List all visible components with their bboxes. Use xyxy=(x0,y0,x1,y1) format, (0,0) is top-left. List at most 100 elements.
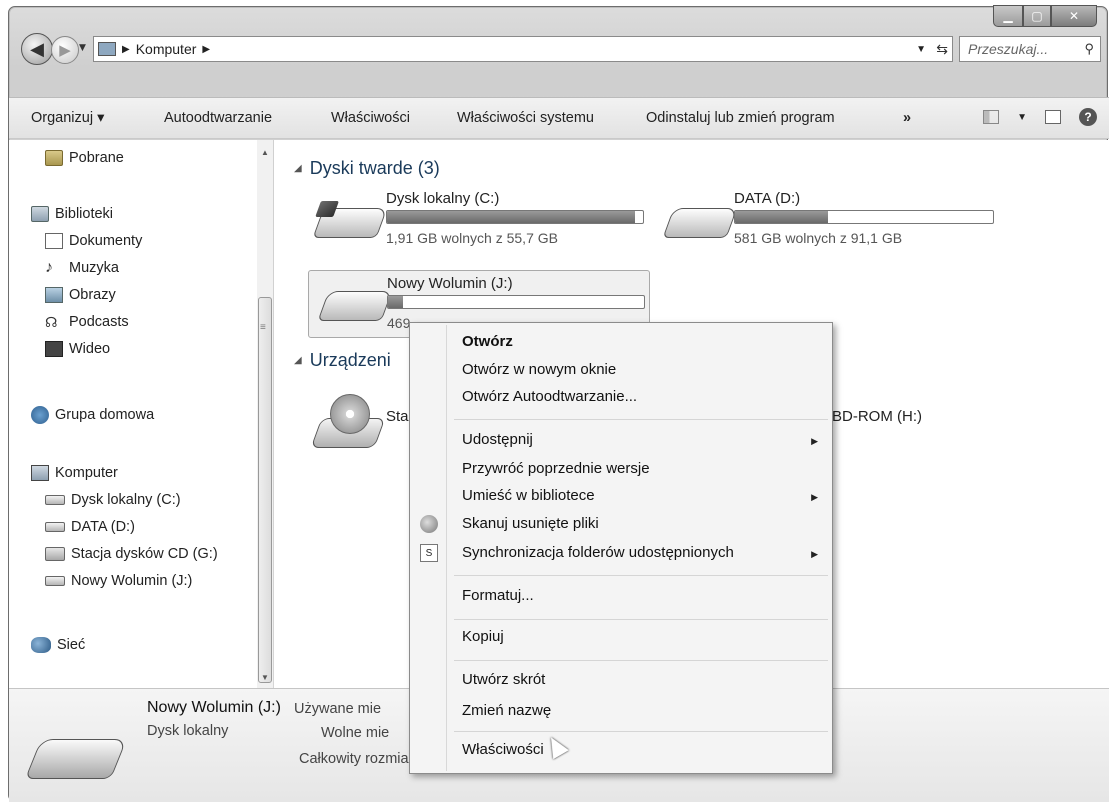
sidebar-item-music[interactable]: ♪ Muzyka xyxy=(45,260,119,277)
sidebar-item-drive-d[interactable]: DATA (D:) xyxy=(45,519,135,535)
recent-pages-dropdown[interactable]: ▼ xyxy=(79,43,86,53)
menu-item-open-autoplay[interactable]: Otwórz Autoodtwarzanie... xyxy=(462,388,637,405)
submenu-arrow-icon: ▶ xyxy=(811,436,818,446)
more-commands-button[interactable]: » xyxy=(903,110,911,126)
group-header-label: Dyski twarde (3) xyxy=(309,158,440,178)
sidebar-item-libraries[interactable]: Biblioteki xyxy=(31,206,113,222)
scroll-down-icon[interactable]: ▼ xyxy=(261,673,269,682)
preview-pane-icon[interactable] xyxy=(1045,110,1061,124)
scroll-up-icon[interactable]: ▲ xyxy=(261,148,269,157)
breadcrumb-computer[interactable]: Komputer xyxy=(136,41,197,57)
menu-item-scan-deleted[interactable]: Skanuj usunięte pliki xyxy=(462,515,599,532)
menu-separator xyxy=(454,660,828,661)
collapse-triangle-icon[interactable]: ◢ xyxy=(294,355,302,366)
scan-icon xyxy=(420,515,438,533)
video-icon xyxy=(45,341,63,357)
breadcrumb-separator-icon[interactable]: ▶ xyxy=(122,44,130,55)
sidebar-item-documents[interactable]: Dokumenty xyxy=(45,233,142,249)
sidebar-item-label: Muzyka xyxy=(69,260,119,276)
drive-usage-fill xyxy=(388,296,404,308)
sidebar-scrollbar[interactable]: ▲ ≡ ▼ xyxy=(257,140,273,688)
hard-drive-icon xyxy=(45,522,65,532)
refresh-icon[interactable]: ⇆ xyxy=(936,41,948,58)
menu-item-restore-versions[interactable]: Przywróć poprzednie wersje xyxy=(462,460,650,477)
menu-separator xyxy=(454,575,828,576)
back-arrow-icon: ◀ xyxy=(30,38,44,60)
sidebar-item-drive-g[interactable]: Stacja dysków CD (G:) xyxy=(45,546,218,562)
drive-usage-bar xyxy=(734,210,994,224)
computer-icon xyxy=(98,42,116,56)
autoplay-button[interactable]: Autoodtwarzanie xyxy=(164,110,272,126)
sidebar-item-label: DATA (D:) xyxy=(71,519,135,535)
back-button[interactable]: ◀ xyxy=(21,33,53,65)
menu-item-include-library[interactable]: Umieść w bibliotece xyxy=(462,487,595,504)
change-view-icon[interactable] xyxy=(983,110,1000,124)
properties-button[interactable]: Właściwości xyxy=(331,110,410,126)
hard-drive-icon xyxy=(24,739,128,779)
menu-item-create-shortcut[interactable]: Utwórz skrót xyxy=(462,671,545,688)
address-bar[interactable]: ▶ Komputer ▶ ▼ ⇆ xyxy=(93,36,953,62)
scrollbar-thumb[interactable] xyxy=(258,297,272,683)
sync-icon: S xyxy=(420,544,438,562)
menu-item-copy[interactable]: Kopiuj xyxy=(462,628,504,645)
drive-tile-c[interactable]: Dysk lokalny (C:) 1,91 GB wolnych z 55,7… xyxy=(304,188,654,256)
sidebar-item-label: Biblioteki xyxy=(55,206,114,222)
sidebar-item-label: Grupa domowa xyxy=(55,407,155,423)
menu-item-rename[interactable]: Zmień nazwę xyxy=(462,702,551,719)
sidebar-item-label: Wideo xyxy=(69,341,111,357)
drive-usage-bar xyxy=(387,295,645,309)
help-icon[interactable]: ? xyxy=(1079,108,1097,126)
drive-usage-bar xyxy=(386,210,644,224)
menu-item-open[interactable]: Otwórz xyxy=(462,333,513,350)
maximize-button[interactable]: ▢ xyxy=(1023,5,1051,27)
menu-item-open-new-window[interactable]: Otwórz w nowym oknie xyxy=(462,361,616,378)
sidebar-item-homegroup[interactable]: Grupa domowa xyxy=(31,406,154,424)
forward-button[interactable]: ▶ xyxy=(51,36,79,64)
command-bar: Organizuj ▾ Autoodtwarzanie Właściwości … xyxy=(9,97,1109,139)
explorer-window: ▁ ▢ ✕ ◀ ▶ ▼ ▶ Komputer ▶ ▼ ⇆ Przeszukaj.… xyxy=(8,5,1109,802)
menu-item-properties[interactable]: Właściwości xyxy=(462,741,544,758)
search-input[interactable]: Przeszukaj... ⚲ xyxy=(959,36,1101,62)
search-icon[interactable]: ⚲ xyxy=(1084,41,1094,57)
menu-item-share[interactable]: Udostępnij xyxy=(462,431,533,448)
menu-item-format[interactable]: Formatuj... xyxy=(462,587,534,604)
hard-disks-group-header[interactable]: ◢ Dyski twarde (3) xyxy=(294,158,440,179)
devices-group-header[interactable]: ◢ Urządzeni xyxy=(294,350,391,371)
drive-usage-fill xyxy=(387,211,636,223)
sidebar-item-pictures[interactable]: Obrazy xyxy=(45,287,116,303)
drive-name: Nowy Wolumin (J:) xyxy=(387,275,513,292)
network-icon xyxy=(31,637,51,653)
sidebar-item-label: Sieć xyxy=(57,637,86,653)
menu-separator xyxy=(454,419,828,420)
organize-button[interactable]: Organizuj ▾ xyxy=(31,110,104,126)
details-drive-type: Dysk lokalny xyxy=(147,723,229,739)
sidebar-item-downloads[interactable]: Pobrane xyxy=(45,150,124,166)
minimize-button[interactable]: ▁ xyxy=(993,5,1023,27)
address-dropdown-icon[interactable]: ▼ xyxy=(916,44,926,55)
collapse-triangle-icon[interactable]: ◢ xyxy=(294,163,302,174)
drive-tile-cd[interactable]: Sta xyxy=(308,384,418,454)
sidebar-item-label: Dokumenty xyxy=(69,233,143,249)
sidebar-item-podcasts[interactable]: ☊ Podcasts xyxy=(45,314,129,330)
system-properties-button[interactable]: Właściwości systemu xyxy=(457,110,594,126)
toolbar-view-controls: ▼ ? xyxy=(983,108,1097,126)
computer-icon xyxy=(31,465,49,481)
sidebar-item-drive-c[interactable]: Dysk lokalny (C:) xyxy=(45,492,181,508)
context-menu: Otwórz Otwórz w nowym oknie Otwórz Autoo… xyxy=(409,322,833,774)
menu-item-sync-folders[interactable]: Synchronizacja folderów udostępnionych xyxy=(462,544,734,561)
drive-tile-d[interactable]: DATA (D:) 581 GB wolnych z 91,1 GB xyxy=(654,188,1004,256)
uninstall-program-button[interactable]: Odinstaluj lub zmień program xyxy=(646,110,835,126)
breadcrumb-separator-icon[interactable]: ▶ xyxy=(202,44,210,55)
navigation-bar: ◀ ▶ ▼ ▶ Komputer ▶ ▼ ⇆ Przeszukaj... ⚲ xyxy=(21,31,1101,65)
downloads-folder-icon xyxy=(45,150,63,166)
view-options-dropdown-icon[interactable]: ▼ xyxy=(1017,112,1027,123)
sidebar-item-video[interactable]: Wideo xyxy=(45,341,110,357)
sidebar-item-drive-j[interactable]: Nowy Wolumin (J:) xyxy=(45,573,192,589)
submenu-arrow-icon: ▶ xyxy=(811,492,818,502)
sidebar-item-network[interactable]: Sieć xyxy=(31,637,85,653)
forward-arrow-icon: ▶ xyxy=(59,41,71,59)
sidebar-item-computer[interactable]: Komputer xyxy=(31,465,118,481)
close-button[interactable]: ✕ xyxy=(1051,5,1097,27)
bd-drive-name[interactable]: BD-ROM (H:) xyxy=(832,408,922,425)
drive-free-space: 469 xyxy=(387,315,411,331)
